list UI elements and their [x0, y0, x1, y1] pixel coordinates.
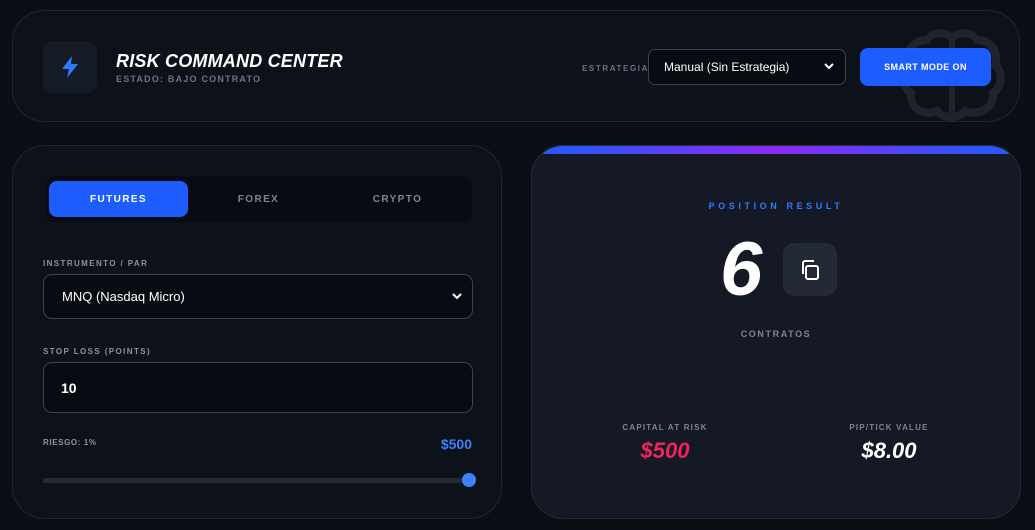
capital-at-risk-value: $500 — [640, 438, 690, 463]
logo-badge — [43, 41, 97, 93]
contracts-count: 6 — [720, 227, 763, 312]
position-result-title: POSITION RESULT — [708, 201, 844, 211]
risk-slider-track[interactable] — [43, 478, 466, 483]
stop-loss-input[interactable]: 10 — [43, 362, 473, 413]
copy-icon — [802, 259, 819, 280]
instrument-select[interactable]: MNQ (Nasdaq Micro) — [43, 274, 473, 319]
capital-at-risk-label: CAPITAL AT RISK — [622, 423, 708, 432]
strategy-select[interactable]: Manual (Sin Estrategia) — [648, 49, 846, 85]
risk-calculator-page: RISK COMMAND CENTER ESTADO: BAJO CONTRAT… — [0, 0, 1035, 530]
pip-value: $8.00 — [861, 438, 917, 463]
risk-amount: $500 — [440, 436, 472, 452]
instrument-select-value: MNQ (Nasdaq Micro) — [62, 289, 185, 304]
tab-futures[interactable]: FUTURES — [49, 181, 188, 217]
pip-value-label: PIP/TICK VALUE — [849, 423, 929, 432]
input-panel: FUTURES FOREX CRYPTO INSTRUMENTO / PAR M… — [12, 145, 502, 519]
header-bar: RISK COMMAND CENTER ESTADO: BAJO CONTRAT… — [12, 10, 1020, 122]
tab-crypto[interactable]: CRYPTO — [328, 181, 467, 217]
contracts-label: CONTRATOS — [740, 329, 812, 339]
smart-mode-button[interactable]: SMART MODE ON — [860, 48, 991, 86]
lightning-icon — [62, 56, 78, 78]
strategy-label: ESTRATEGIA — [582, 64, 649, 73]
app-status: ESTADO: BAJO CONTRATO — [116, 74, 262, 84]
result-panel: POSITION RESULT 6 CONTRATOS CAPITAL AT R… — [531, 145, 1021, 519]
stop-loss-label: STOP LOSS (POINTS) — [43, 347, 152, 356]
accent-gradient-bar — [532, 146, 1020, 154]
copy-button[interactable] — [783, 243, 837, 296]
chevron-down-icon — [824, 63, 834, 70]
tab-forex[interactable]: FOREX — [189, 181, 328, 217]
chevron-down-icon — [452, 293, 462, 300]
market-tabs: FUTURES FOREX CRYPTO — [46, 176, 472, 222]
strategy-select-value: Manual (Sin Estrategia) — [664, 60, 790, 74]
risk-slider-thumb[interactable] — [462, 473, 476, 487]
risk-label: RIESGO: 1% — [43, 438, 97, 447]
app-title: RISK COMMAND CENTER — [116, 51, 343, 71]
instrument-label: INSTRUMENTO / PAR — [43, 259, 149, 268]
